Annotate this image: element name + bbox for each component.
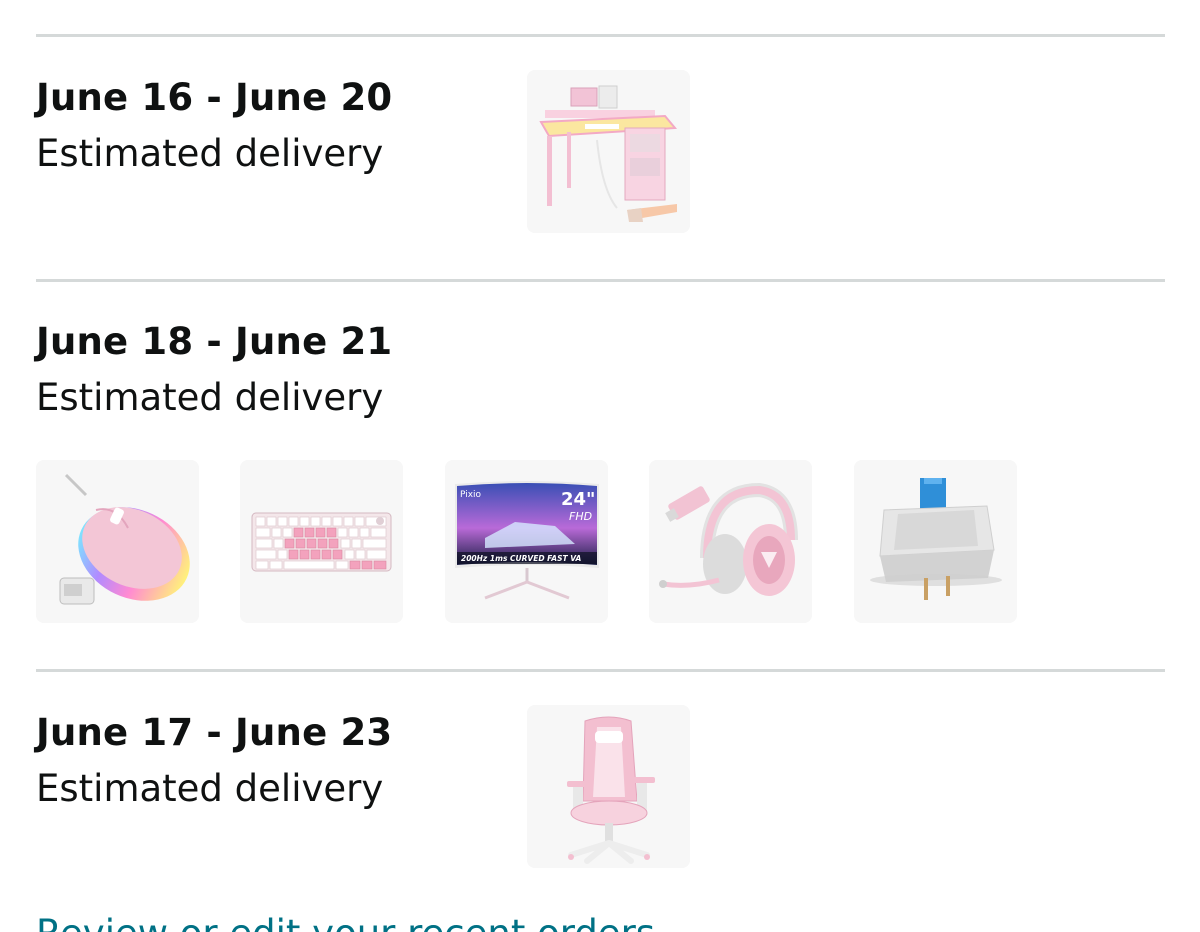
delivery-group-1: June 16 - June 20 Estimated delivery [36, 76, 392, 176]
delivery-label: Estimated delivery [36, 132, 384, 175]
pink-gaming-chair-image [527, 705, 690, 868]
delivery-page: June 16 - June 20 Estimated delivery Jun… [0, 0, 1200, 932]
monitor-caption: 200Hz 1ms CURVED FAST VA [461, 554, 582, 563]
delivery-dates: June 18 - June 21 [36, 320, 393, 363]
product-tile-chair[interactable] [527, 705, 690, 868]
delivery-label: Estimated delivery [36, 376, 384, 419]
section-divider [36, 279, 1165, 282]
curved-monitor-image: Pixio 24" FHD 200Hz 1ms CURVED FAST VA [445, 460, 608, 623]
keyboard-switch-image [854, 460, 1017, 623]
product-tile-keyboard[interactable] [240, 460, 403, 623]
section-divider [36, 669, 1165, 672]
product-tile-monitor[interactable]: Pixio 24" FHD 200Hz 1ms CURVED FAST VA [445, 460, 608, 623]
product-tile-switch[interactable] [854, 460, 1017, 623]
product-tile-headset[interactable] [649, 460, 812, 623]
monitor-resolution: FHD [569, 510, 592, 523]
review-orders-link[interactable]: Review or edit your recent orders [36, 912, 655, 932]
pink-mechanical-keyboard-image [240, 460, 403, 623]
delivery-dates: June 17 - June 23 [36, 711, 393, 754]
pink-gaming-desk-image [527, 70, 690, 233]
monitor-brand: Pixio [460, 490, 482, 500]
product-tile-mouse[interactable] [36, 460, 199, 623]
delivery-group-3: June 17 - June 23 Estimated delivery [36, 711, 392, 811]
monitor-size: 24" [561, 489, 595, 510]
delivery-group-2: June 18 - June 21 Estimated delivery [36, 320, 392, 420]
pink-headset-image [649, 460, 812, 623]
delivery-label: Estimated delivery [36, 767, 384, 810]
section-divider [36, 34, 1165, 37]
delivery-dates: June 16 - June 20 [36, 76, 393, 119]
product-tile-desk[interactable] [527, 70, 690, 233]
pink-wireless-mouse-image [36, 460, 199, 623]
